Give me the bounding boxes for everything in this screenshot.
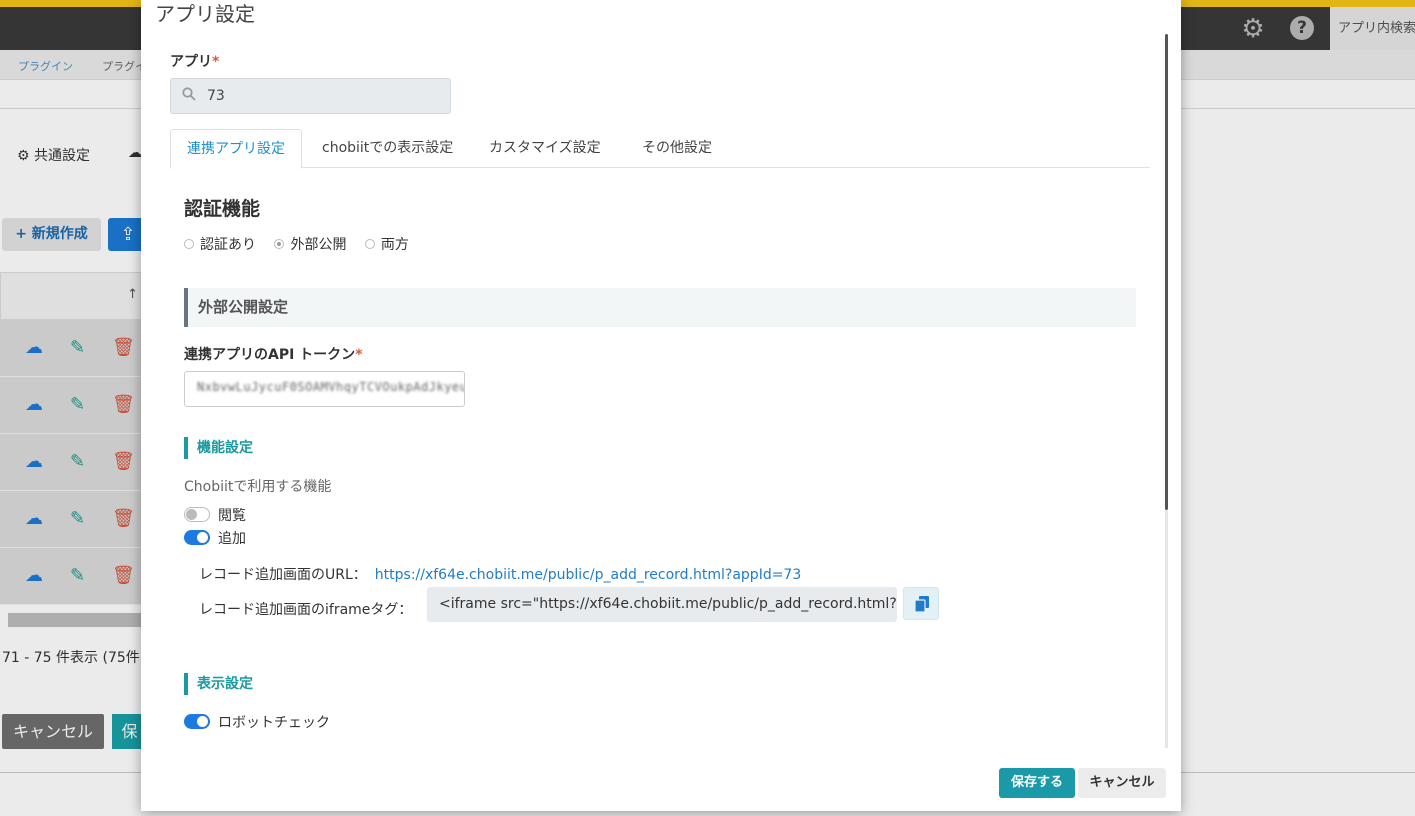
radio-dot[interactable] <box>274 239 285 249</box>
radio-dot[interactable] <box>184 239 194 249</box>
toggle-row-add: 追加 <box>184 528 246 548</box>
required-mark: * <box>355 347 363 363</box>
toggle-knob <box>197 532 208 543</box>
toggle-add[interactable] <box>184 530 210 545</box>
app-settings-modal: アプリ設定 アプリ* 73 連携アプリ設定 chobiitでの表示設定 カスタマ… <box>141 0 1181 811</box>
api-token-label-text: 連携アプリのAPI トークン <box>184 347 356 363</box>
save-button[interactable]: 保存する <box>999 768 1075 798</box>
toggle-view[interactable] <box>184 507 210 522</box>
iframe-tag-field[interactable]: <iframe src="https://xf64e.chobiit.me/pu… <box>427 587 897 622</box>
copy-button[interactable] <box>903 587 939 620</box>
display-settings-heading: 表示設定 <box>184 673 253 695</box>
api-token-value: NxbvwLuJycuF0SOAMVhqyTCVOukpAdJkyeu2 <box>197 380 465 394</box>
radio-dot[interactable] <box>364 239 375 249</box>
search-icon <box>182 87 196 101</box>
auth-radio-group: 認証あり 外部公開 両方 <box>184 234 423 254</box>
radio-label: 両方 <box>380 237 409 253</box>
radio-label: 認証あり <box>200 237 256 253</box>
app-search-input[interactable]: 73 <box>170 78 451 114</box>
toggle-row-view: 閲覧 <box>184 505 246 525</box>
add-record-url-row: レコード追加画面のURL： https://xf64e.chobiit.me/pu… <box>199 564 801 584</box>
api-token-input[interactable]: NxbvwLuJycuF0SOAMVhqyTCVOukpAdJkyeu2 <box>184 371 465 407</box>
auth-heading: 認証機能 <box>184 198 261 220</box>
app-search-value: 73 <box>207 88 225 104</box>
cancel-button[interactable]: キャンセル <box>1078 768 1166 798</box>
toggle-view-label: 閲覧 <box>218 508 246 524</box>
iframe-tag-label: レコード追加画面のiframeタグ： <box>199 602 413 618</box>
modal-scrollbar-track[interactable] <box>1165 510 1168 748</box>
tab-linked-app-settings[interactable]: 連携アプリ設定 <box>170 129 302 169</box>
toggle-robot-check[interactable] <box>184 714 210 729</box>
settings-tabs: 連携アプリ設定 chobiitでの表示設定 カスタマイズ設定 その他設定 <box>170 129 1150 169</box>
feature-settings-heading: 機能設定 <box>184 437 253 459</box>
radio-public[interactable]: 外部公開 <box>274 234 346 254</box>
add-record-url-label: レコード追加画面のURL： <box>199 567 367 583</box>
radio-auth-required[interactable]: 認証あり <box>184 234 256 254</box>
app-label-text: アプリ <box>170 54 212 70</box>
copy-icon <box>915 596 929 612</box>
toggle-add-label: 追加 <box>218 531 246 547</box>
modal-scrollbar-thumb[interactable] <box>1165 34 1168 510</box>
api-token-label: 連携アプリのAPI トークン* <box>184 344 363 364</box>
toggle-knob <box>186 509 197 520</box>
toggle-knob <box>197 716 208 727</box>
modal-title: アプリ設定 <box>155 2 255 26</box>
toggle-row-robot-check: ロボットチェック <box>184 712 330 732</box>
tab-customize-settings[interactable]: カスタマイズ設定 <box>473 129 617 168</box>
app-field-label: アプリ* <box>170 51 219 71</box>
required-mark: * <box>212 54 220 70</box>
radio-both[interactable]: 両方 <box>364 234 409 254</box>
radio-label: 外部公開 <box>290 237 347 253</box>
public-settings-heading: 外部公開設定 <box>184 288 1136 327</box>
add-record-url-link[interactable]: https://xf64e.chobiit.me/public/p_add_re… <box>375 567 801 583</box>
tab-chobiit-display-settings[interactable]: chobiitでの表示設定 <box>306 129 469 168</box>
toggle-robot-check-label: ロボットチェック <box>218 715 330 731</box>
tab-other-settings[interactable]: その他設定 <box>626 129 728 168</box>
feature-description: Chobiitで利用する機能 <box>184 479 332 495</box>
